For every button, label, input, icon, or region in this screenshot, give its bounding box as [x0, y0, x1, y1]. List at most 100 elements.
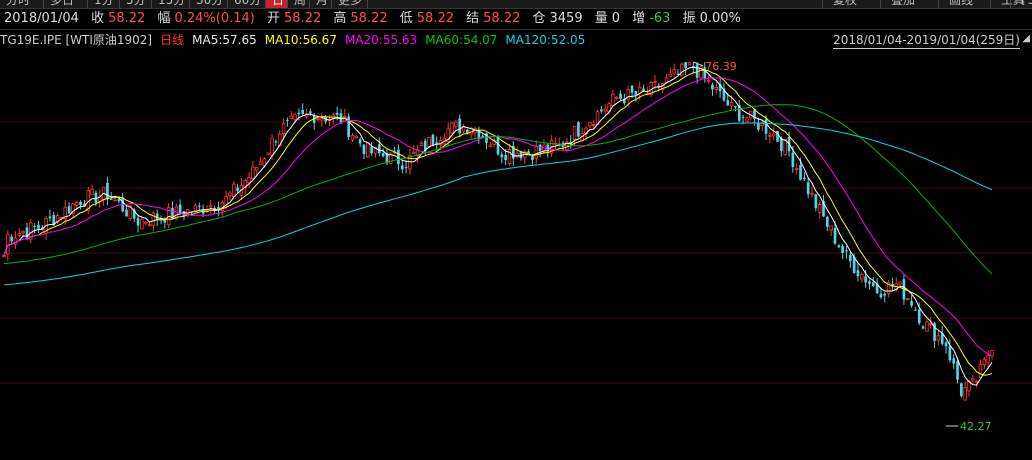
- candle-body: [757, 122, 760, 130]
- candle-body: [833, 228, 837, 244]
- candle-body: [706, 80, 711, 83]
- candle-body: [197, 205, 201, 207]
- candle-body: [534, 145, 539, 159]
- candle-body: [431, 134, 435, 146]
- candle-body: [971, 378, 975, 381]
- candle-body: [829, 225, 833, 231]
- candle-body: [864, 276, 867, 283]
- expand-icon[interactable]: ◢: [1022, 33, 1030, 44]
- candle-body: [883, 293, 887, 296]
- tab-9[interactable]: 月: [310, 0, 332, 8]
- candle-body: [6, 234, 10, 255]
- ma120-value: MA120:52.05: [505, 33, 586, 47]
- candle-body: [228, 192, 232, 197]
- candle-body: [630, 85, 634, 93]
- tab-0[interactable]: 分时: [0, 0, 44, 8]
- candle-body: [611, 93, 615, 107]
- tool-tab-1[interactable]: 叠加: [880, 0, 925, 8]
- candle-body: [791, 152, 795, 168]
- candle-body: [113, 199, 117, 202]
- tab-7[interactable]: 日: [266, 0, 288, 8]
- candle-body: [404, 167, 408, 169]
- candle-body: [289, 115, 293, 120]
- candle-body: [588, 122, 592, 127]
- date-range[interactable]: 2018/01/04-2019/01/04(259日): [833, 32, 1020, 49]
- candle-body: [251, 166, 255, 179]
- candle-body: [109, 198, 113, 200]
- kline-chart[interactable]: 76.39 42.27: [0, 50, 1032, 460]
- candle-body: [974, 380, 979, 383]
- candle-body: [921, 326, 925, 329]
- symbol-name: TG19E.IPE [WTI原油1902]: [0, 33, 153, 47]
- candle-body: [879, 294, 883, 298]
- ma5-line: [3, 66, 993, 386]
- ma5-value: MA5:57.65: [192, 33, 257, 47]
- candle-body: [856, 270, 860, 276]
- tab-8[interactable]: 周: [288, 0, 310, 8]
- ma10-value: MA10:56.67: [264, 33, 337, 47]
- open-label: 开: [267, 11, 281, 26]
- candle-body: [21, 231, 25, 234]
- candle-body: [67, 206, 71, 214]
- tab-3[interactable]: 5分: [120, 0, 152, 8]
- tool-tab-2[interactable]: 画线: [938, 0, 983, 8]
- tool-tab-0[interactable]: 复权: [822, 0, 867, 8]
- candle-body: [297, 112, 301, 115]
- candle-body: [664, 77, 669, 83]
- open-interest-value: 3459: [549, 11, 583, 26]
- candle-body: [377, 144, 381, 154]
- tab-6[interactable]: 60分: [228, 0, 266, 8]
- candle-body: [151, 212, 156, 226]
- candle-body: [841, 245, 844, 253]
- candle-body: [458, 118, 462, 134]
- candle-body: [711, 84, 714, 90]
- candle-body: [986, 355, 990, 363]
- candle-body: [868, 281, 871, 284]
- tab-4[interactable]: 15分: [152, 0, 190, 8]
- candle-body: [837, 245, 841, 248]
- tab-1[interactable]: 多日: [44, 0, 88, 8]
- quote-info-bar: 2018/01/04 收 58.22 幅 0.24%(0.14) 开 58.22 高5…: [0, 10, 1032, 28]
- candle-body: [614, 97, 619, 100]
- candle-body: [79, 201, 82, 206]
- open-interest-label: 仓: [532, 11, 546, 26]
- header-divider: [0, 29, 1032, 30]
- candle-body: [848, 254, 852, 262]
- volume-label: 量: [594, 11, 608, 26]
- candle-body: [714, 87, 719, 90]
- candle-body: [136, 218, 140, 226]
- increase-value: -63: [649, 11, 671, 26]
- tab-2[interactable]: 1分: [88, 0, 120, 8]
- ma20-value: MA20:55.63: [344, 33, 418, 47]
- candle-body: [293, 114, 297, 120]
- candle-body: [619, 93, 622, 99]
- candle-body: [370, 146, 373, 154]
- candle-body: [193, 205, 198, 212]
- tab-5[interactable]: 30分: [190, 0, 228, 8]
- candle-body: [734, 105, 737, 108]
- candle-body: [48, 216, 52, 219]
- low-value: 58.22: [416, 11, 454, 26]
- candle-body: [450, 122, 454, 134]
- candle-body: [871, 282, 875, 287]
- candle-body: [301, 110, 305, 114]
- candle-body: [668, 73, 673, 78]
- candle-body: [381, 153, 385, 157]
- candle-body: [963, 387, 967, 401]
- low-annotation: 42.27: [960, 420, 992, 433]
- period-tab-bar: 分时多日1分5分15分30分60分日周月更多 复权叠加画线工具F5: [0, 0, 1032, 9]
- candle-body: [2, 255, 6, 258]
- change-label: 幅: [157, 11, 171, 26]
- candle-body: [572, 125, 577, 141]
- candle-body: [799, 165, 802, 180]
- tab-10[interactable]: 更多: [332, 0, 368, 8]
- close-value: 58.22: [108, 11, 146, 26]
- candle-body: [780, 138, 783, 152]
- tool-tab-4[interactable]: F5: [1010, 0, 1032, 8]
- high-label: 高: [333, 11, 347, 26]
- candle-body: [412, 151, 416, 155]
- candle-body: [917, 309, 921, 324]
- candle-body: [577, 122, 580, 137]
- candle-body: [898, 281, 902, 285]
- settle-label: 结: [466, 11, 480, 26]
